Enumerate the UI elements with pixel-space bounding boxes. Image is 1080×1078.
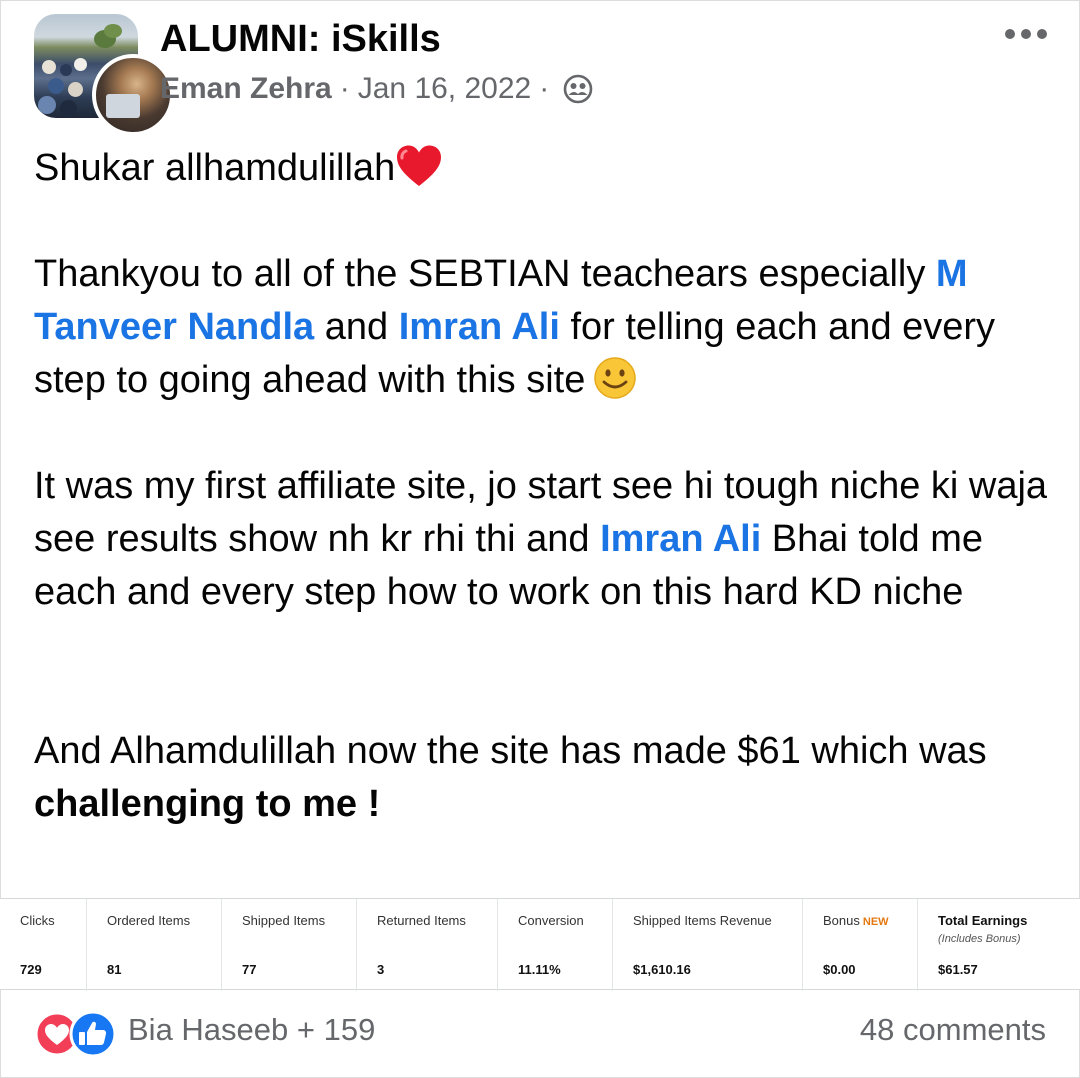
stats-header: Shipped Items <box>242 913 326 928</box>
comments-count[interactable]: 48 comments <box>860 1012 1046 1048</box>
stats-value: 3 <box>377 962 385 977</box>
earnings-stats-table[interactable]: Clicks 729 Ordered Items 81 Shipped Item… <box>0 898 1080 991</box>
stats-value: 729 <box>20 962 42 977</box>
stats-column-shipped-items: Shipped Items 77 <box>221 899 356 991</box>
post-footer: Bia Haseeb + 159 48 comments <box>34 1006 1046 1062</box>
stats-header: Conversion <box>518 913 584 928</box>
bold-text: challenging to me ! <box>34 783 381 825</box>
post-meta: Eman Zehra · Jan 16, 2022 · <box>160 72 593 106</box>
stats-value: $61.57 <box>938 962 978 977</box>
stats-column-ordered-items: Ordered Items 81 <box>86 899 221 991</box>
stats-column-clicks: Clicks 729 <box>0 899 86 991</box>
post-date[interactable]: Jan 16, 2022 <box>358 72 531 106</box>
stats-value: $1,610.16 <box>633 962 691 977</box>
stats-column-bonus: Bonus NEW $0.00 <box>802 899 917 991</box>
post-paragraph: Thankyou to all of the SEBTIAN teachears… <box>34 253 996 401</box>
reactions-summary[interactable] <box>34 1010 120 1058</box>
stats-column-revenue: Shipped Items Revenue $1,610.16 <box>612 899 802 991</box>
stats-header: Returned Items <box>377 913 466 928</box>
reactors-label[interactable]: Bia Haseeb + 159 <box>128 1012 375 1048</box>
stats-header: Ordered Items <box>107 913 191 928</box>
post-paragraph: It was my first affiliate site, jo start… <box>34 465 1048 613</box>
stats-column-conversion: Conversion 11.11% <box>497 899 612 991</box>
red-heart-emoji-icon <box>397 145 442 186</box>
smiling-face-emoji-icon <box>594 357 637 399</box>
author-name[interactable]: Eman Zehra <box>160 72 332 106</box>
like-reaction-icon <box>69 1010 117 1058</box>
post-body: Shukar allhamdulillah Thankyou to all of… <box>34 142 1064 831</box>
meta-separator: · <box>539 72 550 105</box>
group-name[interactable]: ALUMNI: iSkills <box>160 18 441 61</box>
stats-header: Shipped Items Revenue <box>633 913 772 928</box>
mention-link[interactable]: Imran Ali <box>600 518 761 560</box>
stats-header: Clicks <box>20 913 55 928</box>
stats-column-returned-items: Returned Items 3 <box>356 899 497 991</box>
mention-link[interactable]: Imran Ali <box>399 306 560 348</box>
stats-value: 77 <box>242 962 257 977</box>
stats-value: $0.00 <box>823 962 856 977</box>
post-header: ALUMNI: iSkills Eman Zehra · Jan 16, 202… <box>34 14 1060 136</box>
more-options-icon[interactable] <box>1002 26 1050 42</box>
post-paragraph: And Alhamdulillah now the site has made … <box>34 730 987 825</box>
meta-separator: · <box>339 72 350 105</box>
avatar-group[interactable] <box>34 14 174 136</box>
stats-header: Bonus NEW <box>823 913 889 928</box>
stats-value: 81 <box>107 962 122 977</box>
stats-value: 11.11% <box>518 962 561 977</box>
post-paragraph: Shukar allhamdulillah <box>34 142 1064 195</box>
group-privacy-icon <box>563 74 593 104</box>
stats-header: Total Earnings <box>938 913 1028 928</box>
new-badge: NEW <box>862 916 889 928</box>
stats-column-total-earnings: Total Earnings (Includes Bonus) $61.57 <box>917 899 1080 991</box>
stats-subheader: (Includes Bonus) <box>938 933 1021 945</box>
